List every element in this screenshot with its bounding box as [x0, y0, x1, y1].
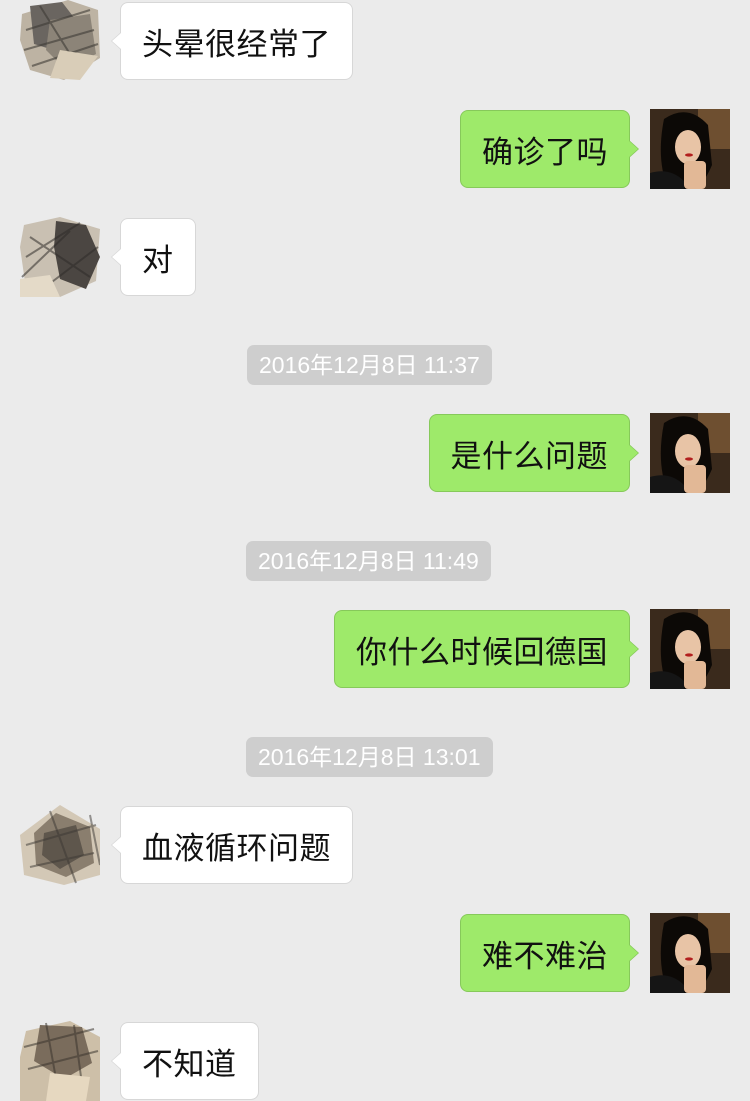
sketch-avatar-icon	[20, 1021, 100, 1101]
outgoing-message-bubble[interactable]: 你什么时候回德国	[334, 610, 639, 688]
timestamp-label: 2016年12月8日 11:37	[247, 345, 492, 385]
timestamp-label: 2016年12月8日 13:01	[246, 737, 493, 777]
timestamp-label: 2016年12月8日 11:49	[246, 541, 491, 581]
outgoing-message-bubble[interactable]: 是什么问题	[428, 414, 639, 492]
message-text: 你什么时候回德国	[356, 634, 608, 671]
user-photo-avatar	[650, 413, 730, 493]
message-text: 不知道	[142, 1046, 237, 1083]
user-photo-avatar	[650, 913, 730, 993]
incoming-message-bubble[interactable]: 血液循环问题	[111, 806, 353, 884]
incoming-message-bubble[interactable]: 不知道	[111, 1022, 259, 1100]
self-avatar[interactable]	[650, 413, 730, 493]
chat-history[interactable]: 头晕很经常了 确诊了吗 对 2016年12月8日 11:37 是什么问题 201…	[0, 0, 750, 1101]
user-photo-avatar	[650, 109, 730, 189]
sketch-avatar-icon	[20, 217, 100, 297]
incoming-message-bubble[interactable]: 对	[111, 218, 196, 296]
message-text: 对	[142, 242, 174, 279]
message-text: 是什么问题	[450, 438, 608, 475]
self-avatar[interactable]	[650, 913, 730, 993]
self-avatar[interactable]	[650, 609, 730, 689]
contact-avatar[interactable]	[20, 217, 100, 297]
message-text: 确诊了吗	[482, 134, 608, 171]
contact-avatar[interactable]	[20, 805, 100, 885]
contact-avatar[interactable]	[20, 1021, 100, 1101]
sketch-avatar-icon	[20, 805, 100, 885]
message-text: 血液循环问题	[142, 830, 331, 867]
message-text: 头晕很经常了	[142, 26, 331, 63]
user-photo-avatar	[650, 609, 730, 689]
outgoing-message-bubble[interactable]: 确诊了吗	[460, 110, 639, 188]
message-text: 难不难治	[482, 938, 608, 975]
outgoing-message-bubble[interactable]: 难不难治	[460, 914, 639, 992]
contact-avatar[interactable]	[20, 0, 100, 80]
sketch-avatar-icon	[20, 0, 100, 80]
self-avatar[interactable]	[650, 109, 730, 189]
incoming-message-bubble[interactable]: 头晕很经常了	[111, 2, 353, 80]
